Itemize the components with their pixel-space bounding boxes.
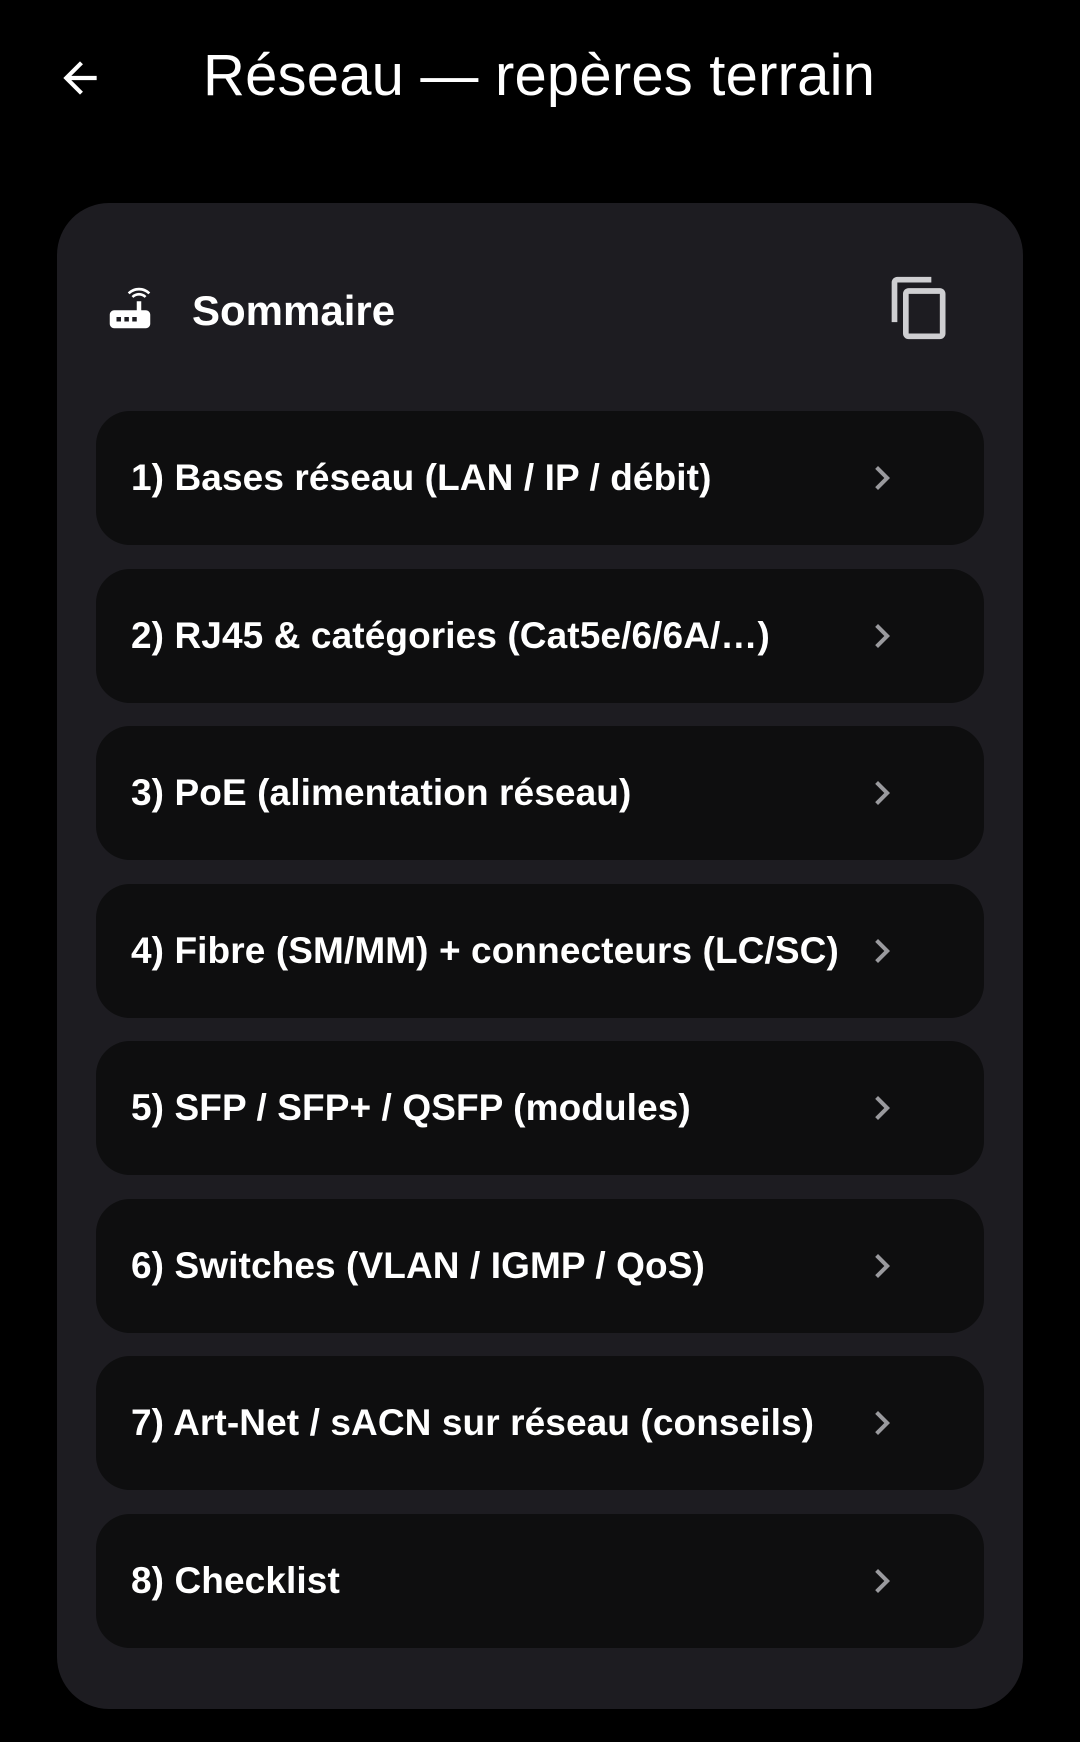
toc-item-checklist[interactable]: 8) Checklist [96,1513,984,1648]
toc-item-label: 1) Bases réseau (LAN / IP / débit) [131,457,712,498]
toc-item-label: 3) PoE (alimentation réseau) [131,772,632,813]
chevron-right-icon [875,1253,890,1278]
toc-list: 1) Bases réseau (LAN / IP / débit) 2) RJ… [96,411,984,1671]
copy-button[interactable] [881,269,959,347]
card-title: Sommaire [192,287,396,334]
chevron-right-icon [875,466,890,490]
toc-item-label: 5) SFP / SFP+ / QSFP (modules) [131,1087,691,1128]
page-title: Réseau — repères terrain [203,43,876,108]
router-icon [109,287,151,329]
toc-item-label: 6) Switches (VLAN / IGMP / QoS) [131,1244,705,1286]
chevron-right-icon [875,1568,890,1593]
toc-item-sfp-modules[interactable]: 5) SFP / SFP+ / QSFP (modules) [96,1041,984,1175]
toc-item-switches[interactable]: 6) Switches (VLAN / IGMP / QoS) [96,1198,984,1333]
toc-item-label: 8) Checklist [131,1559,340,1601]
chevron-right-icon [875,623,890,648]
toc-item-bases-reseau[interactable]: 1) Bases réseau (LAN / IP / débit) [96,411,984,545]
copy-icon [891,276,946,340]
chevron-right-icon [875,938,890,963]
toc-item-label: 7) Art-Net / sACN sur réseau (conseils) [131,1402,815,1443]
toc-item-fibre[interactable]: 4) Fibre (SM/MM) + connecteurs (LC/SC) [96,883,984,1018]
summary-card: Sommaire 1) Bases réseau (LAN / IP / déb… [57,203,1023,1709]
chevron-right-icon [875,1096,890,1120]
arrow-left-icon [63,61,97,95]
toc-item-rj45-categories[interactable]: 2) RJ45 & catégories (Cat5e/6/6A/…) [96,568,984,703]
toc-item-label: 4) Fibre (SM/MM) + connecteurs (LC/SC) [131,929,839,971]
toc-item-label: 2) RJ45 & catégories (Cat5e/6/6A/…) [131,614,770,656]
chevron-right-icon [875,1411,890,1435]
toc-item-artnet-sacn[interactable]: 7) Art-Net / sACN sur réseau (conseils) [96,1356,984,1490]
chevron-right-icon [875,781,890,805]
card-header: Sommaire [57,203,1023,413]
app-bar: Réseau — repères terrain [0,0,1080,160]
toc-item-poe[interactable]: 3) PoE (alimentation réseau) [96,726,984,860]
back-button[interactable] [44,42,116,114]
